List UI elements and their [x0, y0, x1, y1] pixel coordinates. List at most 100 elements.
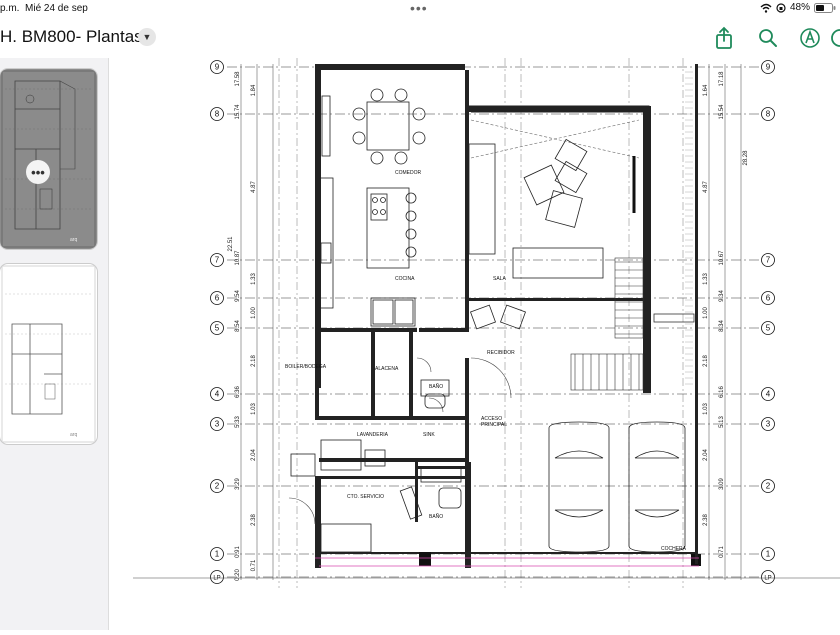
grid-bubble-left: 2 [210, 479, 224, 493]
grid-bubble-right: 8 [761, 107, 775, 121]
dimension-text: 6.36 [235, 386, 241, 398]
dimension-text: 2.18 [251, 355, 257, 367]
status-time: p.m. Mié 24 de sep [0, 3, 88, 14]
grid-bubble-right: 2 [761, 479, 775, 493]
label-alacena: ALACENA [375, 366, 399, 372]
dimension-text: 2.04 [251, 449, 257, 461]
label-principal: PRINCIPAL [481, 422, 507, 428]
grid-bubble-left: 1 [210, 547, 224, 561]
grid-bubble-left: LP [210, 570, 224, 584]
dimension-text: 1.00 [251, 307, 257, 319]
dimension-text: 2.04 [703, 449, 709, 461]
dimension-text: 1.64 [703, 84, 709, 96]
label-comedor: COMEDOR [395, 170, 422, 176]
dimension-text: 4.87 [251, 181, 257, 193]
label-bano-2: BAÑO [429, 513, 443, 520]
dimension-text: 1.03 [703, 403, 709, 415]
share-icon[interactable] [712, 26, 736, 50]
grid-bubble-right: 6 [761, 291, 775, 305]
dimension-text: 1.33 [703, 273, 709, 285]
grid-label: LP [764, 576, 771, 582]
markup-icon[interactable] [798, 26, 822, 50]
grid-label: 1 [766, 550, 771, 559]
svg-text:arq: arq [70, 237, 77, 243]
grid-label: 6 [215, 294, 220, 303]
label-bano-1: BAÑO [429, 383, 443, 390]
thumbnail-sidebar: arq ••• arq [0, 58, 109, 630]
dimension-text: 17.58 [235, 71, 241, 87]
dimension-text: 10.67 [719, 250, 725, 266]
wifi-icon [760, 3, 772, 13]
grid-bubble-left: 3 [210, 417, 224, 431]
door-swings [288, 357, 512, 525]
kitchen-island [318, 177, 417, 309]
grid-bubble-left: 9 [210, 60, 224, 74]
dimension-text: 15.54 [719, 104, 725, 120]
dimension-text: 1.00 [703, 307, 709, 319]
thumbnail-plan-1: arq [1, 70, 96, 248]
dimension-text: 17.18 [719, 71, 725, 87]
grid-label: 9 [766, 63, 771, 72]
dimension-text: 0.71 [251, 559, 257, 571]
status-bar: p.m. Mié 24 de sep ••• 48% [0, 0, 840, 18]
grid-bubble-right: 7 [761, 253, 775, 267]
grid-bubble-right: 4 [761, 387, 775, 401]
title-menu-button[interactable]: ▼ [138, 28, 156, 46]
grid-bubble-left: 8 [210, 107, 224, 121]
dimension-text: 3.29 [235, 478, 241, 490]
cars [548, 421, 686, 553]
grid-label: 3 [215, 420, 220, 429]
grid-bubble-right: 5 [761, 321, 775, 335]
grid-label: LP [213, 576, 220, 582]
label-boiler: BOILER/BODEGA [285, 364, 327, 370]
thumbnail-more-button[interactable]: ••• [26, 160, 50, 184]
document-canvas[interactable]: 9 9 8 8 7 7 6 6 5 5 4 4 3 3 2 2 1 1 LP LP 17.58 15.74 10.87 9.… [109, 58, 840, 630]
battery-percent: 48% [789, 2, 810, 13]
grid-bubble-left: 7 [210, 253, 224, 267]
grid-label: 2 [766, 482, 771, 491]
grid-bubble-right: 3 [761, 417, 775, 431]
grid-bubble-left: 6 [210, 291, 224, 305]
grid-bubble-right: LP [761, 570, 775, 584]
property-line [315, 557, 699, 567]
label-servicio: CTO. SERVICIO [347, 494, 384, 500]
dimension-text: 28.28 [743, 150, 749, 166]
page-thumbnail-2[interactable]: arq [0, 264, 97, 444]
dimension-text: 1.03 [251, 403, 257, 415]
search-icon[interactable] [756, 26, 780, 50]
multitasking-dots[interactable]: ••• [410, 0, 428, 16]
grid-label: 7 [215, 256, 220, 265]
thumbnail-plan-2: arq [1, 265, 96, 443]
grid-label: 4 [215, 390, 220, 399]
dimension-text: 2.38 [251, 514, 257, 526]
dimension-text: 8.34 [719, 320, 725, 332]
dimension-text: 4.87 [703, 181, 709, 193]
grid-label: 5 [215, 324, 220, 333]
grid-bubble-left: 5 [210, 321, 224, 335]
document-title[interactable]: H. BM800- Plantas [0, 27, 143, 47]
grid-label: 5 [766, 324, 771, 333]
more-tools-icon[interactable] [830, 26, 840, 50]
chevron-down-icon: ▼ [142, 32, 152, 42]
battery-icon [814, 2, 836, 13]
dining-table [321, 88, 426, 165]
label-lavanderia: LAVANDERIA [357, 432, 389, 438]
dimension-text: 2.18 [703, 355, 709, 367]
stairs [570, 71, 693, 391]
floor-plan: 9 9 8 8 7 7 6 6 5 5 4 4 3 3 2 2 1 1 LP LP 17.58 15.74 10.87 9.… [133, 58, 840, 588]
dimension-text: 10.87 [235, 250, 241, 266]
svg-text:arq: arq [70, 432, 77, 438]
grid-label: 2 [215, 482, 220, 491]
dimension-text: 5.13 [719, 416, 725, 428]
dimension-text: 9.54 [235, 290, 241, 302]
grid-label: 8 [766, 110, 771, 119]
dimension-text: 22.51 [228, 236, 234, 252]
page-thumbnail-1[interactable]: arq ••• [0, 69, 97, 249]
dimension-text: 0.20 [235, 569, 241, 581]
dimension-text: 0.71 [719, 546, 725, 558]
grid-bubble-right: 9 [761, 60, 775, 74]
toolbar: H. BM800- Plantas ▼ [0, 18, 840, 58]
dimension-text: 9.34 [719, 290, 725, 302]
label-sala: SALA [493, 276, 506, 282]
dimension-text: 6.16 [719, 386, 725, 398]
